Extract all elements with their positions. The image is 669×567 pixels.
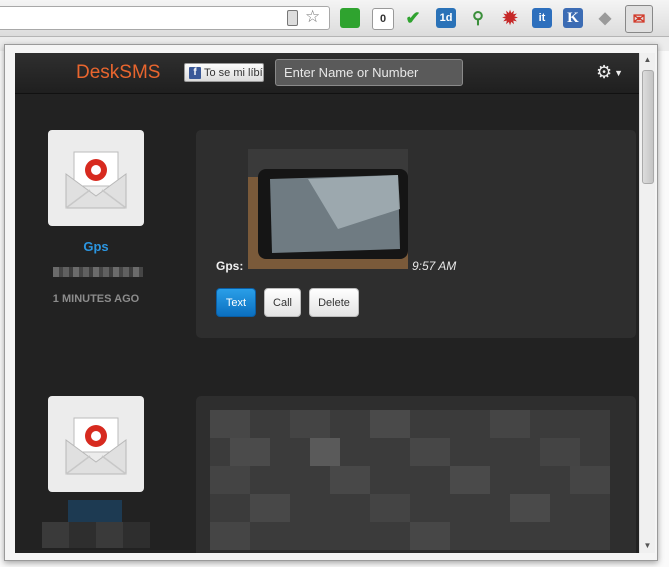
gear-icon: ⚙ — [596, 62, 613, 82]
bug-icon[interactable]: ✹ — [500, 8, 520, 28]
it-icon[interactable]: it — [532, 8, 552, 28]
settings-menu[interactable]: ⚙ ▼ — [596, 63, 623, 82]
chevron-down-icon: ▼ — [614, 68, 624, 79]
search-input[interactable] — [275, 59, 463, 86]
calendar-icon[interactable]: 1d — [436, 8, 456, 28]
tree-icon[interactable]: ⚲ — [468, 8, 488, 28]
star-icon[interactable]: ☆ — [305, 7, 320, 27]
k-icon[interactable]: K — [563, 8, 583, 28]
desksms-app: DeskSMS f To se mi líbí ⚙▼ Gps 1 MINUTES… — [15, 53, 639, 553]
diamond-icon[interactable]: ◆ — [595, 8, 615, 28]
extension-popup: DeskSMS f To se mi líbí ⚙▼ Gps 1 MINUTES… — [4, 44, 658, 561]
tablet-photo — [248, 149, 408, 269]
browser-toolbar: ☆ 0 ✔ 1d ⚲ ✹ it K ◆ ✉ — [0, 0, 669, 37]
brand-logo[interactable]: DeskSMS — [76, 62, 160, 84]
message-card: Gps: 9:57 AM Text Call Delete — [196, 130, 636, 338]
scroll-up-arrow-icon[interactable]: ▲ — [640, 53, 655, 67]
redacted-message — [210, 410, 610, 550]
contact-avatar[interactable] — [48, 130, 144, 226]
desksms-extension-icon[interactable]: ✉ — [625, 5, 653, 33]
redacted-phone-number — [42, 522, 150, 548]
facebook-like-label: To se mi líbí — [204, 66, 263, 79]
envelope-gear-icon — [65, 417, 127, 475]
app-header: DeskSMS f To se mi líbí ⚙▼ — [15, 53, 639, 94]
time-ago: 1 MINUTES AGO — [52, 293, 140, 305]
contact-name[interactable]: Gps — [48, 239, 144, 254]
contact-avatar[interactable] — [48, 396, 144, 492]
delete-button[interactable]: Delete — [309, 288, 359, 317]
text-button[interactable]: Text — [216, 288, 256, 317]
message-time: 9:57 AM — [412, 259, 457, 273]
scrollbar[interactable]: ▲ ▼ — [639, 53, 655, 553]
redacted-contact-name — [68, 500, 122, 522]
redacted-phone-number — [53, 267, 143, 277]
scroll-down-arrow-icon[interactable]: ▼ — [640, 539, 655, 553]
page-action-icon[interactable] — [340, 8, 360, 28]
call-button[interactable]: Call — [264, 288, 301, 317]
facebook-icon: f — [189, 66, 201, 79]
mms-photo[interactable] — [248, 149, 408, 269]
envelope-gear-icon — [65, 151, 127, 209]
message-card — [196, 396, 636, 553]
address-bar[interactable]: ☆ — [0, 6, 330, 30]
message-sender: Gps: — [216, 259, 244, 273]
page-icon — [287, 10, 298, 26]
check-icon[interactable]: ✔ — [403, 8, 423, 28]
counter-icon[interactable]: 0 — [372, 8, 394, 30]
scrollbar-thumb[interactable] — [642, 70, 654, 184]
facebook-like-button[interactable]: f To se mi líbí — [184, 63, 264, 82]
